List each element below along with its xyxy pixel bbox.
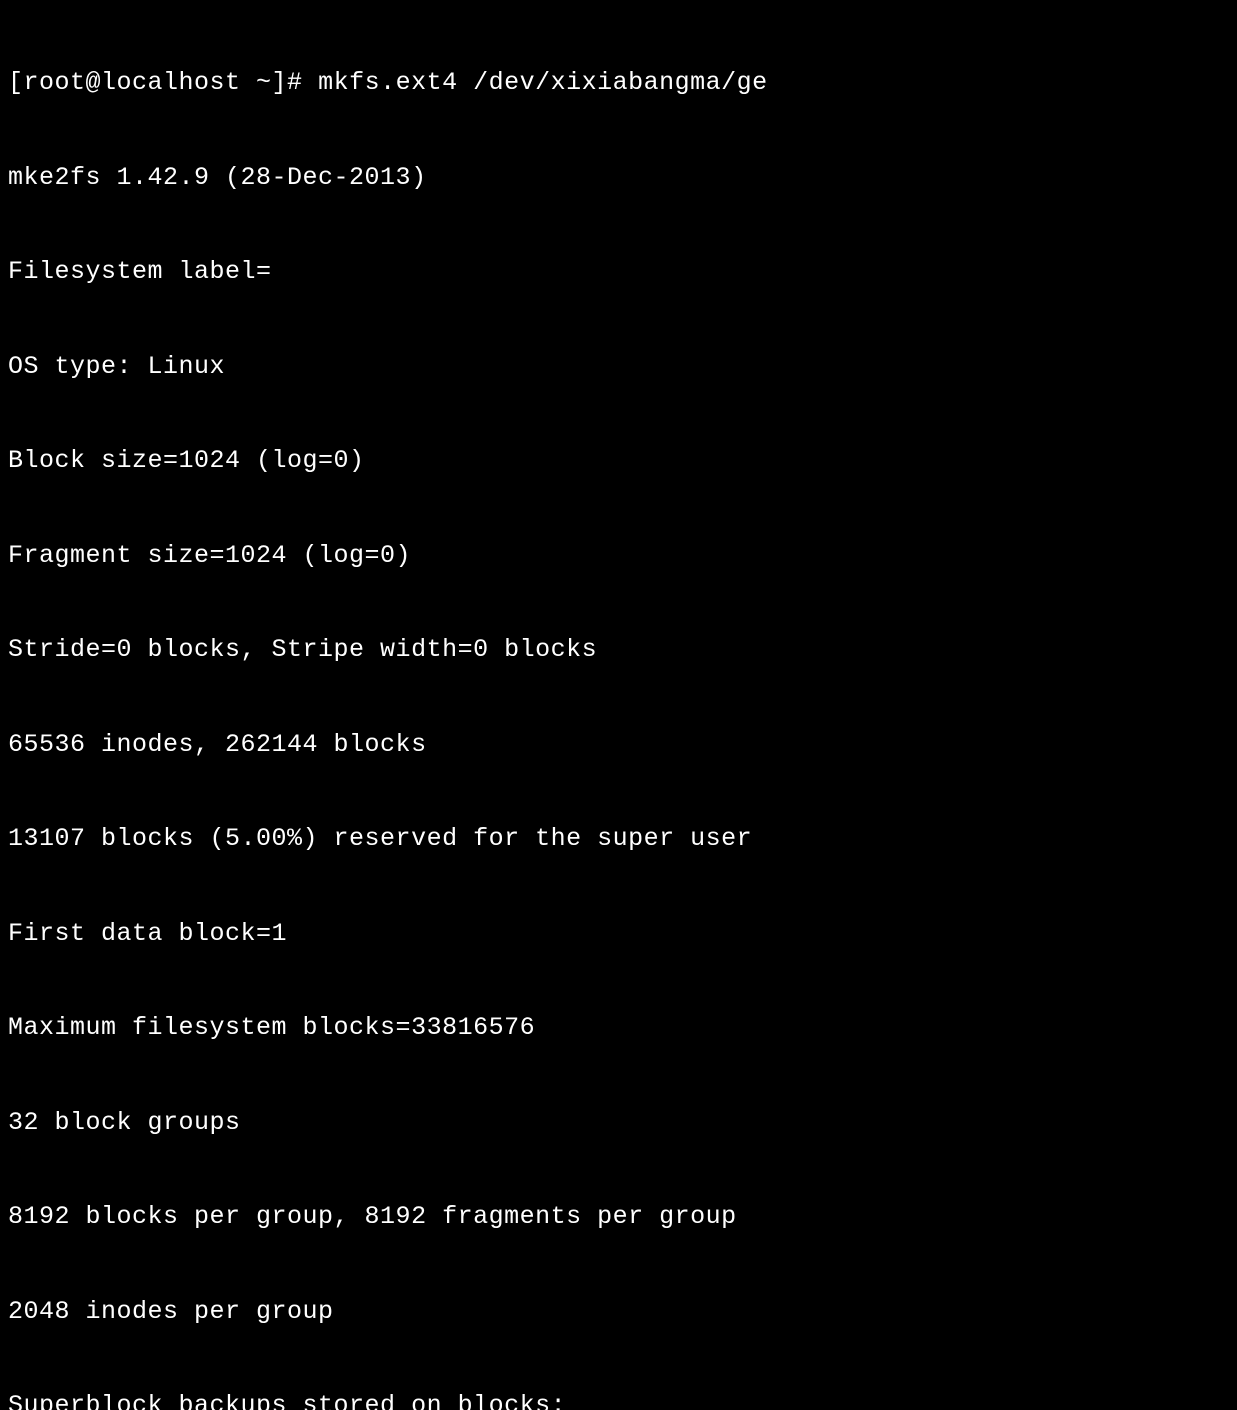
output-line: 65536 inodes, 262144 blocks [8,729,1229,761]
shell-prompt: [root@localhost ~]# [8,68,318,97]
output-line: Maximum filesystem blocks=33816576 [8,1012,1229,1044]
output-line: 8192 blocks per group, 8192 fragments pe… [8,1201,1229,1233]
terminal-window[interactable]: [root@localhost ~]# mkfs.ext4 /dev/xixia… [0,0,1237,1410]
output-line: 2048 inodes per group [8,1296,1229,1328]
output-line: 32 block groups [8,1107,1229,1139]
output-line: OS type: Linux [8,351,1229,383]
output-line: Filesystem label= [8,256,1229,288]
output-line: Stride=0 blocks, Stripe width=0 blocks [8,634,1229,666]
output-line: First data block=1 [8,918,1229,950]
output-line: Fragment size=1024 (log=0) [8,540,1229,572]
command-text: mkfs.ext4 /dev/xixiabangma/ge [318,68,768,97]
output-line: Superblock backups stored on blocks: [8,1390,1229,1410]
output-line: mke2fs 1.42.9 (28-Dec-2013) [8,162,1229,194]
output-line: 13107 blocks (5.00%) reserved for the su… [8,823,1229,855]
output-line: Block size=1024 (log=0) [8,445,1229,477]
command-line: [root@localhost ~]# mkfs.ext4 /dev/xixia… [8,67,1229,99]
